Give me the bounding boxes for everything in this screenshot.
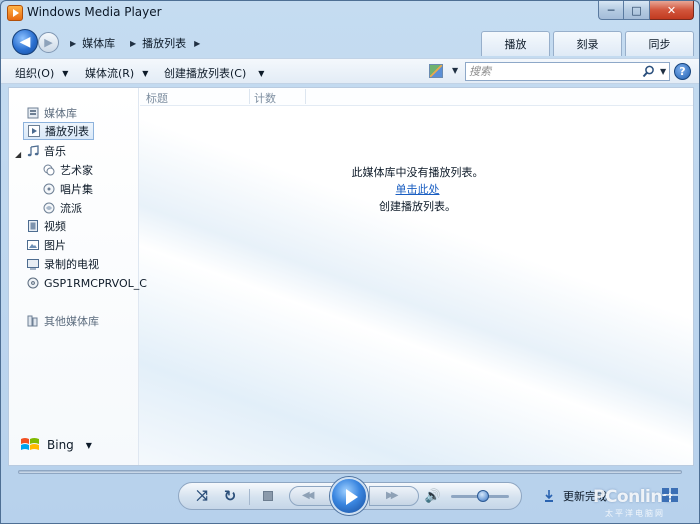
sidebar-item-disc[interactable]: GSP1RMCPRVOL_C <box>27 274 147 292</box>
seek-bar[interactable] <box>18 470 682 474</box>
search-icon[interactable] <box>642 65 655 78</box>
chevron-down-icon: ▼ <box>62 68 69 78</box>
breadcrumb-arrow-icon: ▶ <box>70 38 77 48</box>
empty-library-message: 此媒体库中没有播放列表。 单击此处 创建播放列表。 <box>140 164 693 215</box>
music-icon <box>27 145 39 157</box>
sidebar-item-other-libraries[interactable]: 其他媒体库 <box>27 312 99 330</box>
playback-controls: ⤨ ↻ ◀◀ ▶▶ 🔊 <box>178 477 522 515</box>
chevron-down-icon: ▼ <box>85 440 92 450</box>
collapse-arrow-icon[interactable]: ◢ <box>15 150 21 159</box>
mode-tabs: 播放 刻录 同步 <box>481 31 694 56</box>
previous-icon: ◀◀ <box>302 490 315 501</box>
playlist-icon <box>28 125 40 137</box>
sidebar-item-recorded-tv[interactable]: 录制的电视 <box>27 255 99 273</box>
breadcrumb-library[interactable]: ▶ 媒体库 <box>70 35 115 51</box>
chevron-down-icon: ▼ <box>142 68 149 78</box>
command-toolbar: 组织(O)▼ 媒体流(R)▼ 创建播放列表(C)▼ ▼ ▼ ? <box>1 58 699 84</box>
library-content: 媒体库 播放列表 ◢ 音乐 艺术家 唱片集 流派 视频 图片 录制的电视 GSP… <box>8 87 694 466</box>
next-icon: ▶▶ <box>386 490 399 501</box>
sidebar-item-album[interactable]: 唱片集 <box>43 180 93 198</box>
organize-menu[interactable]: 组织(O) ▼ <box>15 65 68 81</box>
sidebar-item-video[interactable]: 视频 <box>27 217 66 235</box>
maximize-button[interactable]: □ <box>624 1 650 20</box>
back-button[interactable]: ◀ <box>12 29 38 55</box>
sidebar-item-artist[interactable]: 艺术家 <box>43 161 93 179</box>
column-divider[interactable] <box>249 89 250 104</box>
album-icon <box>43 183 55 195</box>
library-icon <box>27 107 39 119</box>
tv-icon <box>27 259 39 270</box>
controls-divider <box>249 489 250 505</box>
tab-play[interactable]: 播放 <box>481 31 550 56</box>
repeat-button[interactable]: ↻ <box>221 487 239 505</box>
minimize-button[interactable]: ─ <box>598 1 624 20</box>
breadcrumb-arrow-icon: ▶ <box>130 38 137 48</box>
search-options-caret-icon[interactable]: ▼ <box>660 67 666 76</box>
artist-icon <box>43 164 55 176</box>
breadcrumb-arrow-icon: ▶ <box>194 38 201 48</box>
video-icon <box>28 220 38 232</box>
wmp-app-icon <box>7 5 23 21</box>
column-headers: 标题 计数 <box>140 88 693 106</box>
stream-menu[interactable]: 媒体流(R) ▼ <box>85 65 148 81</box>
click-here-link[interactable]: 单击此处 <box>396 183 440 196</box>
sidebar-item-pictures[interactable]: 图片 <box>27 236 66 254</box>
picture-icon <box>27 240 39 250</box>
column-divider[interactable] <box>305 89 306 104</box>
title-bar: Windows Media Player ─ □ ✕ <box>1 1 699 25</box>
play-button[interactable] <box>330 477 368 515</box>
bing-search-provider[interactable]: Bing ▼ <box>19 435 92 455</box>
empty-message-line: 此媒体库中没有播放列表。 <box>351 166 484 179</box>
column-header-title[interactable]: 标题 <box>146 90 168 106</box>
navigation-pane: 媒体库 播放列表 ◢ 音乐 艺术家 唱片集 流派 视频 图片 录制的电视 GSP… <box>9 88 147 465</box>
pconline-watermark-sub: 太平洋电脑网 <box>605 509 665 518</box>
search-input[interactable] <box>469 64 629 79</box>
column-header-count[interactable]: 计数 <box>254 90 276 106</box>
empty-message-line: 创建播放列表。 <box>379 200 456 213</box>
chevron-down-icon: ▼ <box>258 68 265 78</box>
media-player-window: Windows Media Player ─ □ ✕ ◀ ▶ ▶ 媒体库 ▶ 播… <box>0 0 700 524</box>
sidebar-item-playlists[interactable]: 播放列表 <box>23 122 94 140</box>
breadcrumb-playlists[interactable]: ▶ 播放列表 ▶ <box>130 35 206 51</box>
search-box: ▼ <box>465 62 670 81</box>
navigation-bar: ◀ ▶ ▶ 媒体库 ▶ 播放列表 ▶ 播放 刻录 同步 <box>8 27 694 57</box>
download-status-icon <box>545 490 553 502</box>
shuffle-button[interactable]: ⤨ <box>193 488 211 504</box>
view-options-caret-icon[interactable]: ▼ <box>452 66 458 75</box>
genre-icon <box>43 202 55 214</box>
sidebar-item-library[interactable]: 媒体库 <box>27 104 77 122</box>
close-button[interactable]: ✕ <box>650 1 694 20</box>
window-title: Windows Media Player <box>27 5 162 19</box>
other-libraries-icon <box>27 315 38 327</box>
switch-to-now-playing-icon[interactable] <box>661 487 679 503</box>
window-controls: ─ □ ✕ <box>598 1 694 20</box>
volume-slider-thumb[interactable] <box>476 490 489 502</box>
help-icon[interactable]: ? <box>674 63 691 80</box>
sidebar-item-genre[interactable]: 流派 <box>43 199 82 217</box>
view-options-icon[interactable] <box>429 64 443 78</box>
sidebar-item-music[interactable]: 音乐 <box>27 142 66 160</box>
stop-button[interactable] <box>263 491 273 501</box>
forward-button[interactable]: ▶ <box>38 32 59 53</box>
tab-sync[interactable]: 同步 <box>625 31 694 56</box>
create-playlist-menu[interactable]: 创建播放列表(C) ▼ <box>164 65 264 81</box>
tab-burn[interactable]: 刻录 <box>553 31 622 56</box>
next-button[interactable]: ▶▶ <box>369 486 419 506</box>
disc-icon <box>27 277 39 289</box>
windows-flag-icon <box>21 438 39 450</box>
volume-icon[interactable]: 🔊 <box>425 489 441 504</box>
